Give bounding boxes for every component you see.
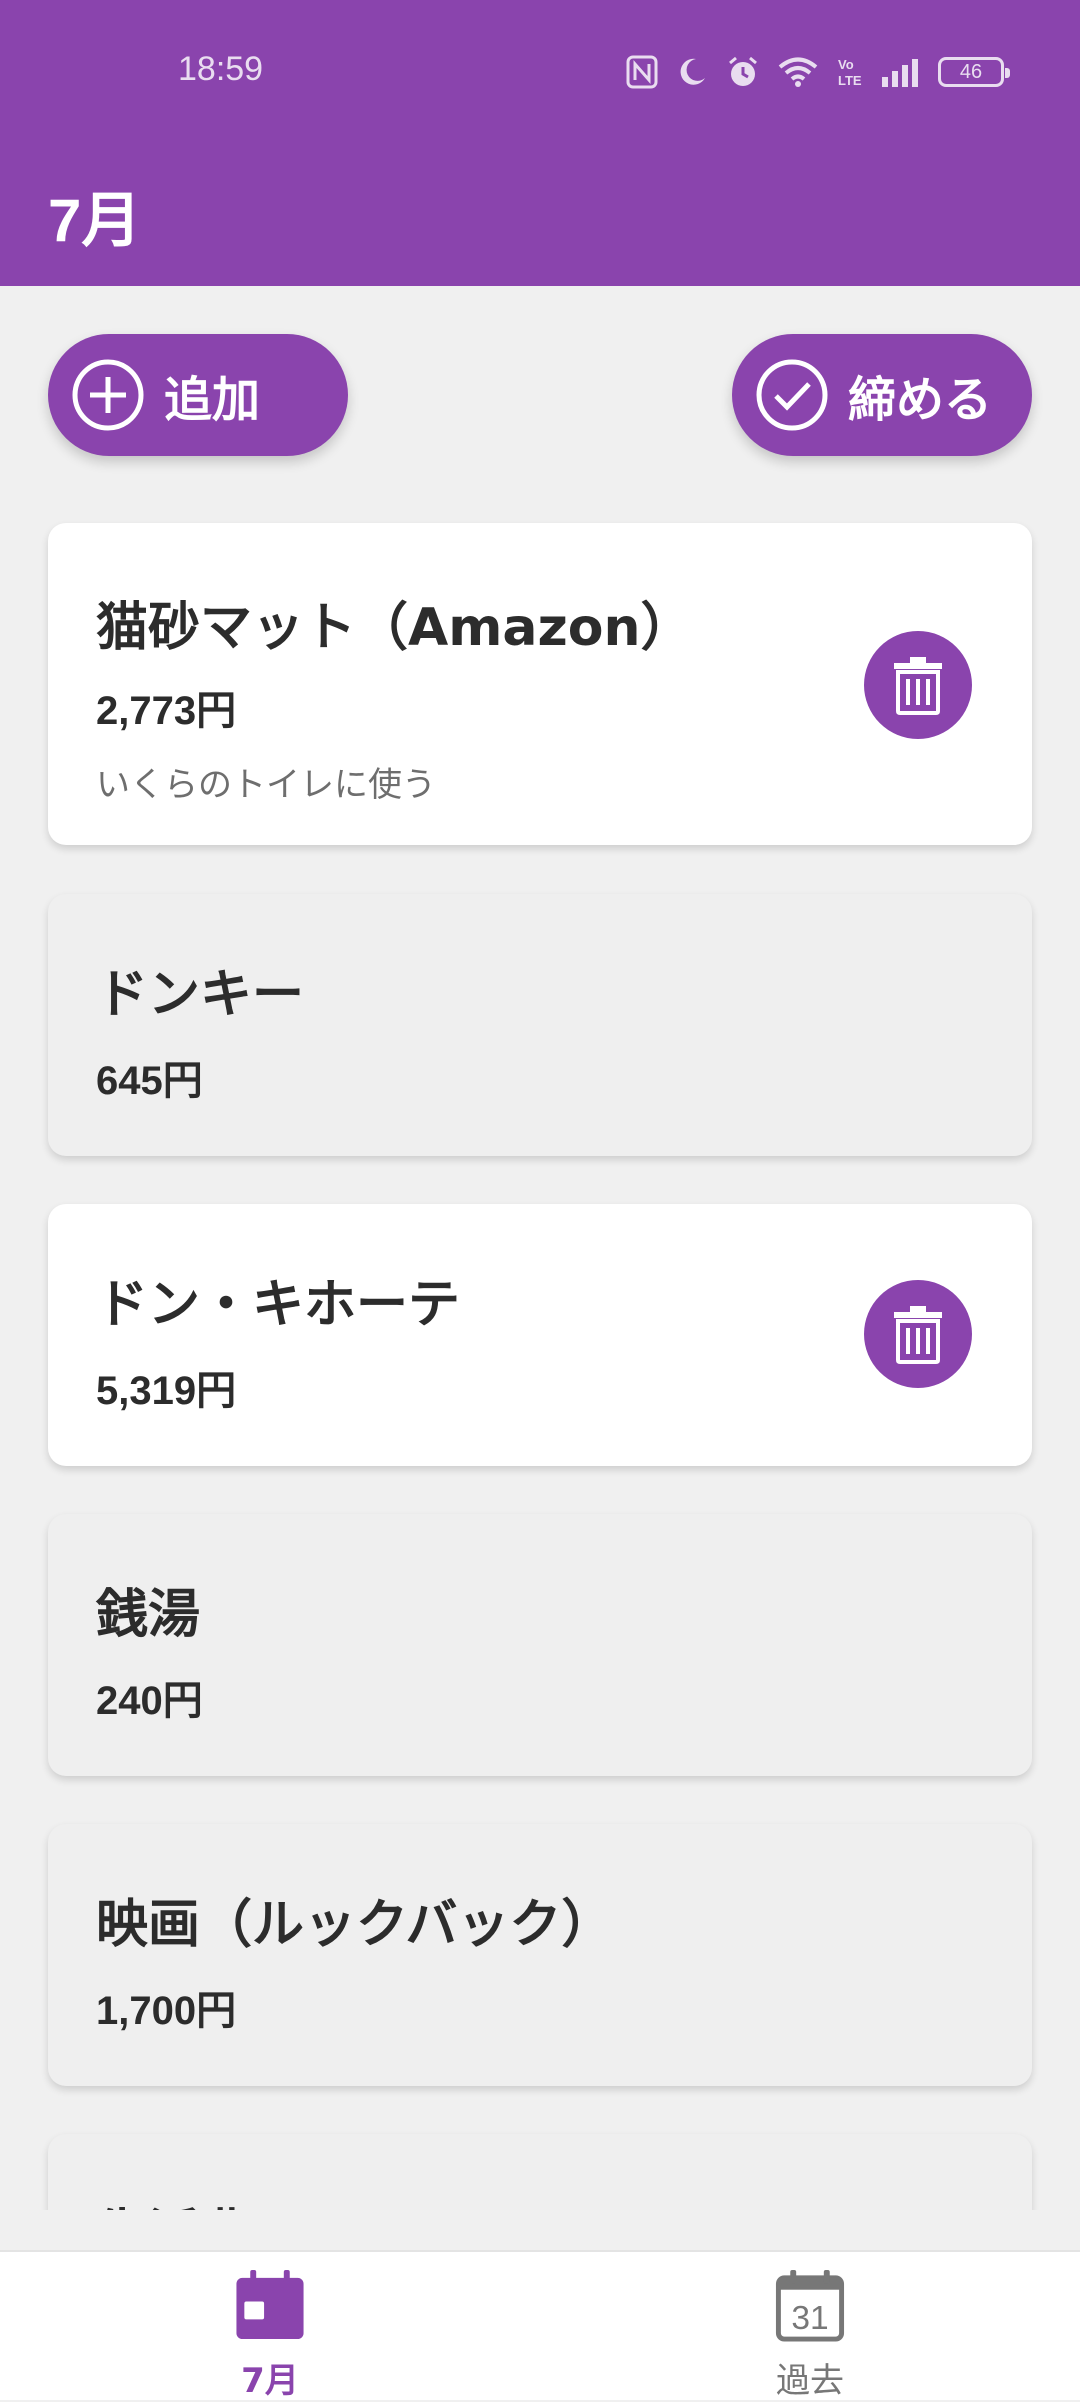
expense-card[interactable]: 猫砂マット（Amazon） 2,773円 いくらのトイレに使う	[48, 523, 1032, 845]
calendar-number: 31	[791, 2300, 828, 2337]
battery-icon: 46	[938, 57, 1010, 87]
svg-text:LTE: LTE	[838, 73, 862, 88]
delete-button[interactable]	[864, 1280, 972, 1388]
expense-price: 2,773円	[96, 689, 237, 733]
app-bar: 18:59 Vo LTE 46 7月	[0, 0, 1080, 286]
expense-note: いくらのトイレに使う	[96, 765, 436, 805]
svg-text:Vo: Vo	[838, 57, 854, 72]
expense-price: 240円	[96, 1679, 203, 1723]
expense-price: 645円	[96, 1059, 203, 1103]
close-month-button-label: 締める	[848, 372, 993, 428]
trash-icon	[894, 657, 942, 715]
expense-name: 銭湯	[96, 1585, 201, 1645]
expense-name: ドン・キホーテ	[96, 1275, 461, 1335]
add-button[interactable]: 追加	[48, 334, 348, 456]
signal-icon	[882, 59, 918, 87]
bottom-navigation: 7月 31 過去	[0, 2250, 1080, 2402]
status-time: 18:59	[178, 50, 264, 88]
page-title: 7月	[48, 187, 142, 254]
wifi-icon	[778, 57, 818, 87]
expense-card[interactable]: ドン・キホーテ 5,319円	[48, 1204, 1032, 1466]
battery-level: 46	[959, 60, 983, 83]
plus-circle-icon	[72, 359, 144, 431]
expense-card[interactable]: 映画（ルックバック） 1,700円	[48, 1824, 1032, 2086]
delete-button[interactable]	[864, 631, 972, 739]
nav-item-past[interactable]: 31 過去	[710, 2268, 910, 2402]
calendar-31-icon: 31	[775, 2269, 845, 2342]
calendar-icon	[236, 2269, 304, 2340]
moon-icon	[680, 58, 705, 85]
nfc-icon	[626, 55, 658, 89]
nav-item-this-month[interactable]: 7月	[170, 2268, 370, 2402]
expense-name: ドンキー	[96, 965, 305, 1025]
expense-card[interactable]: ドンキー 645円	[48, 894, 1032, 1156]
expense-name: 映画（ルックバック）	[96, 1895, 614, 1955]
expense-card[interactable]: 銭湯 240円	[48, 1514, 1032, 1776]
expense-name: 猫砂マット（Amazon）	[96, 598, 693, 658]
trash-icon	[894, 1306, 942, 1364]
expense-price: 5,319円	[96, 1369, 237, 1413]
check-circle-icon	[756, 359, 828, 431]
add-button-label: 追加	[164, 372, 261, 428]
close-month-button[interactable]: 締める	[732, 334, 1032, 456]
expense-price: 1,700円	[96, 1989, 237, 2033]
status-icons: Vo LTE 46	[626, 50, 1010, 94]
nav-item-label: 7月	[241, 2361, 299, 2401]
list-bottom-clip	[0, 2210, 1080, 2250]
nav-item-label: 過去	[776, 2361, 844, 2401]
alarm-icon	[729, 56, 757, 86]
volte-icon: Vo LTE	[838, 57, 862, 88]
